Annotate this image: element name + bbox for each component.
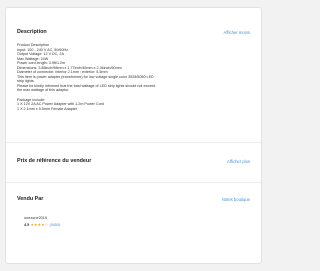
description-title: Description xyxy=(17,29,47,35)
product-info-card: Description Afficher moins Product Descr… xyxy=(5,7,262,264)
rating-value: 4.5 xyxy=(24,222,30,227)
shop-ratings-link[interactable]: Notes boutique xyxy=(222,197,250,202)
seller-rating: 4.5 ★★★★☆ (5455) xyxy=(24,222,60,227)
description-body: Product Description Input: 100 - 240 V A… xyxy=(17,43,255,111)
seller-info[interactable]: onezone2019 4.5 ★★★★☆ (5455) xyxy=(24,216,60,227)
reference-price-title: Prix de référence du vendeur xyxy=(17,158,92,164)
seller-name[interactable]: onezone2019 xyxy=(24,216,60,220)
show-less-link[interactable]: Afficher moins xyxy=(224,30,250,35)
divider xyxy=(6,142,261,143)
rating-stars-icon: ★★★★☆ xyxy=(30,222,49,227)
seller-title: Vendu Par xyxy=(17,196,44,202)
review-count[interactable]: (5455) xyxy=(49,223,60,227)
divider xyxy=(6,182,261,183)
package-line: 1 X 2.1mm x 5.5mm Female Adapter xyxy=(17,106,78,111)
show-more-link[interactable]: Afficher plus xyxy=(227,159,250,164)
